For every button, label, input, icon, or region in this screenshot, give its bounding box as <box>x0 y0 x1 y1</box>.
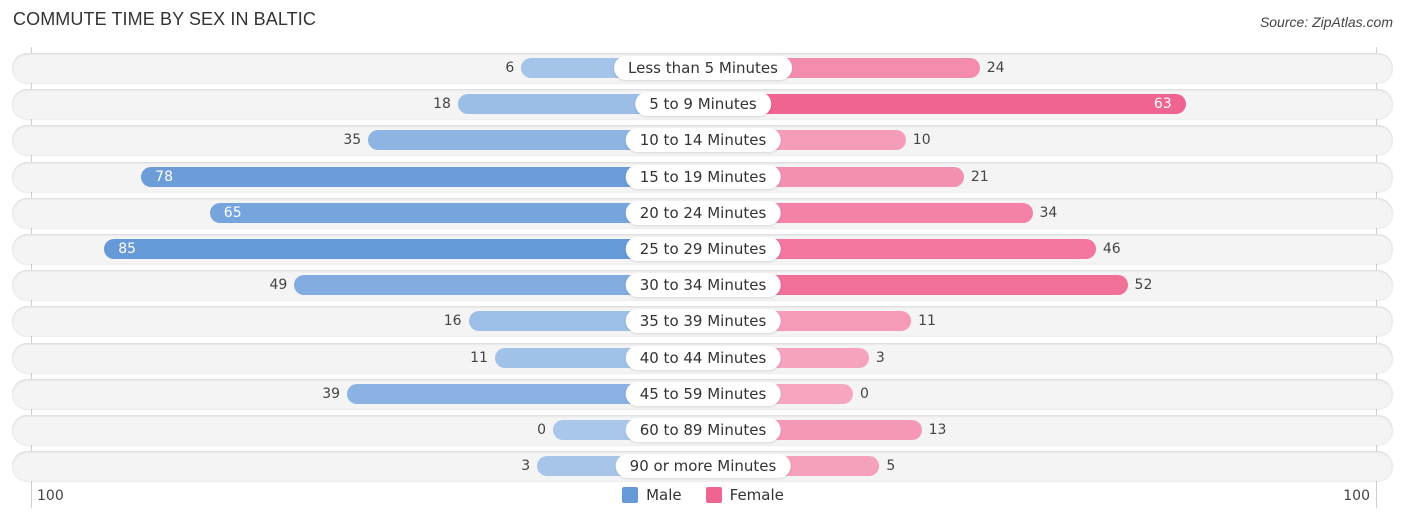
male-value-label: 6 <box>505 60 515 76</box>
category-label: 15 to 19 Minutes <box>625 164 781 189</box>
category-label: 30 to 34 Minutes <box>625 273 781 298</box>
female-value-label: 21 <box>970 168 989 185</box>
category-label: 5 to 9 Minutes <box>635 92 771 117</box>
category-label: 60 to 89 Minutes <box>625 418 781 442</box>
legend-label-female: Female <box>729 486 784 504</box>
male-value-label: 85 <box>118 241 137 257</box>
male-value-label: 16 <box>443 313 462 330</box>
category-label: 10 to 14 Minutes <box>625 128 781 153</box>
male-value-label: 18 <box>433 96 451 113</box>
legend-label-male: Male <box>646 486 682 504</box>
female-value-label: 13 <box>928 422 947 438</box>
category-label: Less than 5 Minutes <box>614 56 792 80</box>
female-swatch-icon <box>705 487 722 503</box>
male-value-label: 65 <box>223 204 242 221</box>
chart-title: COMMUTE TIME BY SEX IN BALTIC <box>13 9 316 29</box>
legend: Male Female <box>0 486 1406 504</box>
category-label: 45 to 59 Minutes <box>625 381 781 406</box>
male-value-label: 39 <box>322 385 341 402</box>
category-label: 20 to 24 Minutes <box>625 200 781 225</box>
female-value-label: 63 <box>1153 96 1172 113</box>
female-bar[interactable] <box>703 94 1186 115</box>
female-value-label: 10 <box>912 132 931 149</box>
male-value-label: 49 <box>269 277 288 294</box>
category-label: 40 to 44 Minutes <box>625 345 781 370</box>
female-value-label: 46 <box>1102 241 1121 257</box>
male-value-label: 3 <box>521 458 531 475</box>
male-value-label: 11 <box>470 349 488 366</box>
category-label: 25 to 29 Minutes <box>625 237 781 261</box>
category-label: 90 or more Minutes <box>615 454 791 479</box>
female-value-label: 11 <box>918 313 936 330</box>
male-value-label: 35 <box>343 132 362 149</box>
female-value-label: 5 <box>886 458 896 475</box>
male-value-label: 78 <box>155 168 173 185</box>
source-label: Source: ZipAtlas.com <box>1259 14 1393 30</box>
female-value-label: 3 <box>875 349 885 366</box>
female-value-label: 0 <box>860 385 869 402</box>
female-value-label: 34 <box>1039 204 1058 221</box>
legend-item-female[interactable]: Female <box>705 486 784 504</box>
male-bar[interactable] <box>104 239 703 259</box>
legend-item-male[interactable]: Male <box>622 486 682 504</box>
female-value-label: 52 <box>1134 277 1153 294</box>
male-bar[interactable] <box>141 166 703 187</box>
category-label: 35 to 39 Minutes <box>625 309 781 334</box>
male-value-label: 0 <box>537 422 546 438</box>
female-value-label: 24 <box>986 60 1005 76</box>
male-swatch-icon <box>622 487 639 503</box>
